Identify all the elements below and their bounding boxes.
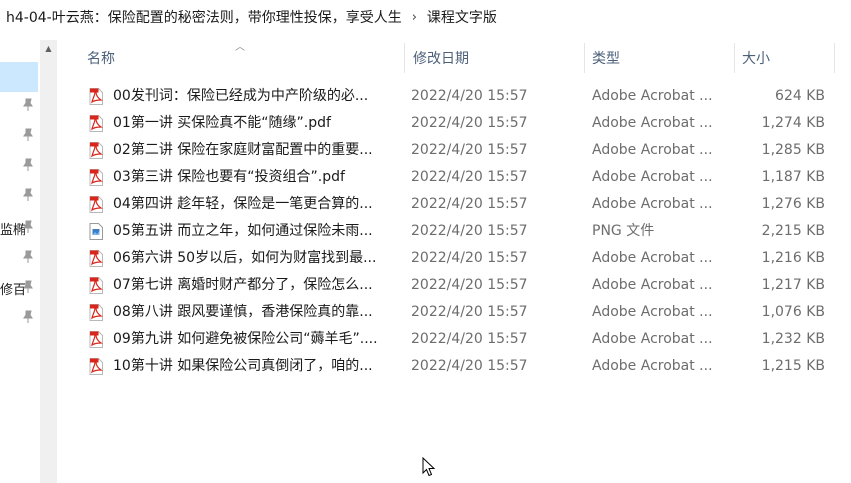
pdf-icon — [89, 277, 103, 294]
file-size: 1,215 KB — [761, 358, 825, 374]
navigation-pane: 监椭 修百 — [0, 40, 40, 483]
file-row[interactable]: 02第二讲 保险在家庭财富配置中的重要... 2022/4/20 15:57 Ado… — [57, 137, 851, 164]
pin-icon[interactable] — [22, 280, 34, 294]
mouse-cursor-icon — [422, 457, 436, 477]
file-type: Adobe Acrobat ... — [592, 196, 713, 212]
pdf-icon — [89, 250, 103, 267]
file-type: Adobe Acrobat ... — [592, 277, 713, 293]
file-modified-date: 2022/4/20 15:57 — [411, 88, 528, 104]
pdf-icon — [89, 196, 103, 213]
scroll-up-arrow-icon[interactable]: ▲ — [40, 40, 57, 57]
pdf-icon — [89, 331, 103, 348]
file-name: 04第四讲 趁年轻，保险是一笔更合算的... — [113, 196, 373, 212]
file-name: 09第九讲 如何避免被保险公司“薅羊毛”.... — [113, 331, 378, 347]
file-size: 1,274 KB — [761, 115, 825, 131]
file-row[interactable]: 01第一讲 买保险真不能“随缘”.pdf 2022/4/20 15:57 Adobe… — [57, 110, 851, 137]
pdf-icon — [89, 358, 103, 375]
file-list: 00发刊词：保险已经成为中产阶级的必... 2022/4/20 15:57 Adob… — [57, 83, 851, 380]
file-size: 1,187 KB — [761, 169, 825, 185]
column-divider[interactable] — [834, 43, 835, 73]
breadcrumb-separator: › — [411, 9, 417, 25]
file-size: 2,215 KB — [761, 223, 825, 239]
file-name: 07第七讲 离婚时财产都分了，保险怎么... — [113, 277, 373, 293]
column-header-type[interactable]: 类型 — [584, 40, 734, 76]
file-modified-date: 2022/4/20 15:57 — [411, 115, 528, 131]
pin-icon[interactable] — [22, 188, 34, 202]
file-type: Adobe Acrobat ... — [592, 250, 713, 266]
file-size: 1,285 KB — [761, 142, 825, 158]
file-row[interactable]: 10第十讲 如果保险公司真倒闭了，咱的... 2022/4/20 15:57 Ado… — [57, 353, 851, 380]
pdf-icon — [89, 115, 103, 132]
png-icon — [89, 223, 103, 240]
file-row[interactable]: 08第八讲 跟风要谨慎，香港保险真的靠... 2022/4/20 15:57 Ado… — [57, 299, 851, 326]
breadcrumb: h4-04-叶云燕：保险配置的秘密法则，带你理性投保，享受人生 › 课程文字版 — [0, 0, 851, 34]
file-modified-date: 2022/4/20 15:57 — [411, 223, 528, 239]
pin-icon[interactable] — [22, 310, 34, 324]
file-row[interactable]: 00发刊词：保险已经成为中产阶级的必... 2022/4/20 15:57 Adob… — [57, 83, 851, 110]
file-type: Adobe Acrobat ... — [592, 331, 713, 347]
file-type: PNG 文件 — [592, 223, 655, 239]
file-name: 01第一讲 买保险真不能“随缘”.pdf — [113, 115, 331, 131]
file-row[interactable]: 04第四讲 趁年轻，保险是一笔更合算的... 2022/4/20 15:57 Ado… — [57, 191, 851, 218]
file-list-pane: ︿ 名称 修改日期 类型 大小 00发刊词：保险已经成为中产阶级的必... 202… — [57, 40, 851, 483]
file-size: 1,276 KB — [761, 196, 825, 212]
file-type: Adobe Acrobat ... — [592, 169, 713, 185]
file-name: 05第五讲 而立之年，如何通过保险未雨... — [113, 223, 373, 239]
file-row[interactable]: 09第九讲 如何避免被保险公司“薅羊毛”.... 2022/4/20 15:57 A… — [57, 326, 851, 353]
file-row[interactable]: 07第七讲 离婚时财产都分了，保险怎么... 2022/4/20 15:57 Ado… — [57, 272, 851, 299]
file-size: 1,217 KB — [761, 277, 825, 293]
column-header-date[interactable]: 修改日期 — [405, 40, 583, 76]
column-header-row: ︿ 名称 修改日期 类型 大小 — [57, 40, 851, 76]
column-header-size[interactable]: 大小 — [734, 40, 834, 76]
file-modified-date: 2022/4/20 15:57 — [411, 169, 528, 185]
file-modified-date: 2022/4/20 15:57 — [411, 142, 528, 158]
file-size: 1,232 KB — [761, 331, 825, 347]
pdf-icon — [89, 169, 103, 186]
file-name: 03第三讲 保险也要有“投资组合”.pdf — [113, 169, 345, 185]
file-type: Adobe Acrobat ... — [592, 88, 713, 104]
column-header-name[interactable]: 名称 — [79, 40, 404, 76]
file-name: 06第六讲 50岁以后，如何为财富找到最... — [113, 250, 377, 266]
file-row[interactable]: 06第六讲 50岁以后，如何为财富找到最... 2022/4/20 15:57 Ad… — [57, 245, 851, 272]
pdf-icon — [89, 304, 103, 321]
file-type: Adobe Acrobat ... — [592, 115, 713, 131]
breadcrumb-item-course[interactable]: h4-04-叶云燕：保险配置的秘密法则，带你理性投保，享受人生 — [6, 7, 402, 27]
file-modified-date: 2022/4/20 15:57 — [411, 331, 528, 347]
nav-scrollbar[interactable]: ▲ — [40, 40, 57, 483]
file-type: Adobe Acrobat ... — [592, 358, 713, 374]
file-modified-date: 2022/4/20 15:57 — [411, 250, 528, 266]
pdf-icon — [89, 142, 103, 159]
pdf-icon — [89, 88, 103, 105]
file-row[interactable]: 03第三讲 保险也要有“投资组合”.pdf 2022/4/20 15:57 Adob… — [57, 164, 851, 191]
pin-icon[interactable] — [22, 220, 34, 234]
pin-icon[interactable] — [22, 98, 34, 112]
file-type: Adobe Acrobat ... — [592, 304, 713, 320]
file-modified-date: 2022/4/20 15:57 — [411, 358, 528, 374]
file-name: 08第八讲 跟风要谨慎，香港保险真的靠... — [113, 304, 373, 320]
file-modified-date: 2022/4/20 15:57 — [411, 277, 528, 293]
file-name: 00发刊词：保险已经成为中产阶级的必... — [113, 88, 369, 104]
file-modified-date: 2022/4/20 15:57 — [411, 304, 528, 320]
pin-icon[interactable] — [22, 128, 34, 142]
file-name: 10第十讲 如果保险公司真倒闭了，咱的... — [113, 358, 373, 374]
file-size: 1,076 KB — [761, 304, 825, 320]
file-size: 1,216 KB — [761, 250, 825, 266]
file-size: 624 KB — [775, 88, 825, 104]
file-modified-date: 2022/4/20 15:57 — [411, 196, 528, 212]
file-row[interactable]: 05第五讲 而立之年，如何通过保险未雨... 2022/4/20 15:57 PNG… — [57, 218, 851, 245]
pin-icon[interactable] — [22, 158, 34, 172]
pin-icon[interactable] — [22, 250, 34, 264]
file-name: 02第二讲 保险在家庭财富配置中的重要... — [113, 142, 373, 158]
breadcrumb-item-text-version[interactable]: 课程文字版 — [427, 7, 497, 27]
nav-selected-item[interactable] — [0, 62, 38, 92]
file-type: Adobe Acrobat ... — [592, 142, 713, 158]
